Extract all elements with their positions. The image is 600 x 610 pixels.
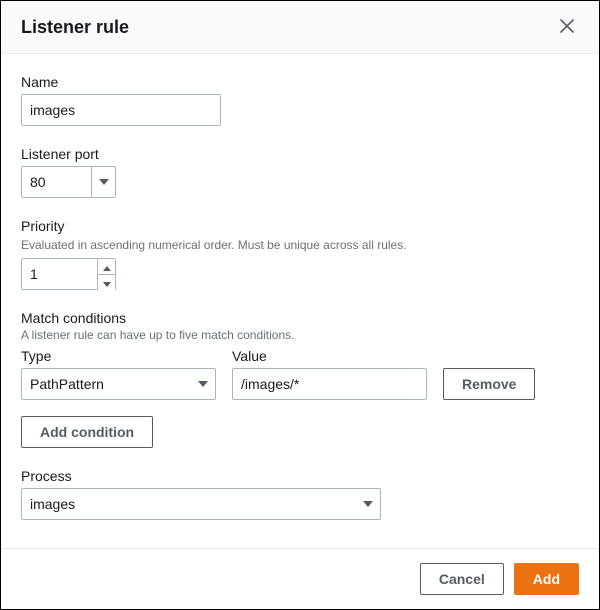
- match-conditions-title: Match conditions: [21, 310, 579, 326]
- name-label: Name: [21, 74, 579, 90]
- match-conditions-section: Match conditions A listener rule can hav…: [21, 310, 579, 448]
- dialog-title: Listener rule: [21, 17, 129, 38]
- close-button[interactable]: [555, 15, 579, 39]
- condition-type-label: Type: [21, 348, 216, 364]
- condition-type-value: PathPattern: [22, 369, 215, 399]
- remove-condition-button[interactable]: Remove: [443, 368, 535, 400]
- add-button[interactable]: Add: [514, 563, 579, 595]
- dialog-footer: Cancel Add: [1, 548, 599, 609]
- process-field: Process images: [21, 468, 579, 520]
- name-input[interactable]: [21, 94, 221, 126]
- cancel-button[interactable]: Cancel: [420, 563, 504, 595]
- condition-value-input[interactable]: [232, 368, 427, 400]
- dialog-body: Name Listener port 80 Priority Evaluated…: [1, 54, 599, 548]
- priority-input[interactable]: [22, 259, 94, 289]
- listener-port-field: Listener port 80: [21, 146, 579, 198]
- priority-spinners: [97, 259, 115, 289]
- condition-type-select[interactable]: PathPattern: [21, 368, 216, 400]
- process-select[interactable]: images: [21, 488, 381, 520]
- priority-step-up[interactable]: [98, 259, 115, 275]
- priority-step-down[interactable]: [98, 275, 115, 290]
- add-condition-wrap: Add condition: [21, 416, 579, 448]
- dialog-header: Listener rule: [1, 1, 599, 54]
- listener-port-label: Listener port: [21, 146, 579, 162]
- priority-input-wrap: [21, 258, 116, 290]
- listener-rule-dialog: Listener rule Name Listener port 80 Prio…: [1, 1, 599, 609]
- priority-description: Evaluated in ascending numerical order. …: [21, 238, 579, 252]
- caret-up-icon: [103, 259, 111, 274]
- condition-value-label: Value: [232, 348, 427, 364]
- condition-remove-col: Remove: [443, 368, 535, 400]
- condition-type-col: Type PathPattern: [21, 348, 216, 400]
- match-condition-row: Type PathPattern Value Remove: [21, 348, 579, 400]
- priority-field: Priority Evaluated in ascending numerica…: [21, 218, 579, 290]
- condition-value-col: Value: [232, 348, 427, 400]
- priority-label: Priority: [21, 218, 579, 234]
- process-label: Process: [21, 468, 579, 484]
- match-conditions-description: A listener rule can have up to five matc…: [21, 328, 579, 342]
- listener-port-value: 80: [22, 167, 115, 197]
- name-field: Name: [21, 74, 579, 126]
- caret-down-icon: [103, 275, 111, 290]
- process-value: images: [22, 489, 380, 519]
- listener-port-select[interactable]: 80: [21, 166, 116, 198]
- add-condition-button[interactable]: Add condition: [21, 416, 153, 448]
- close-icon: [560, 19, 574, 36]
